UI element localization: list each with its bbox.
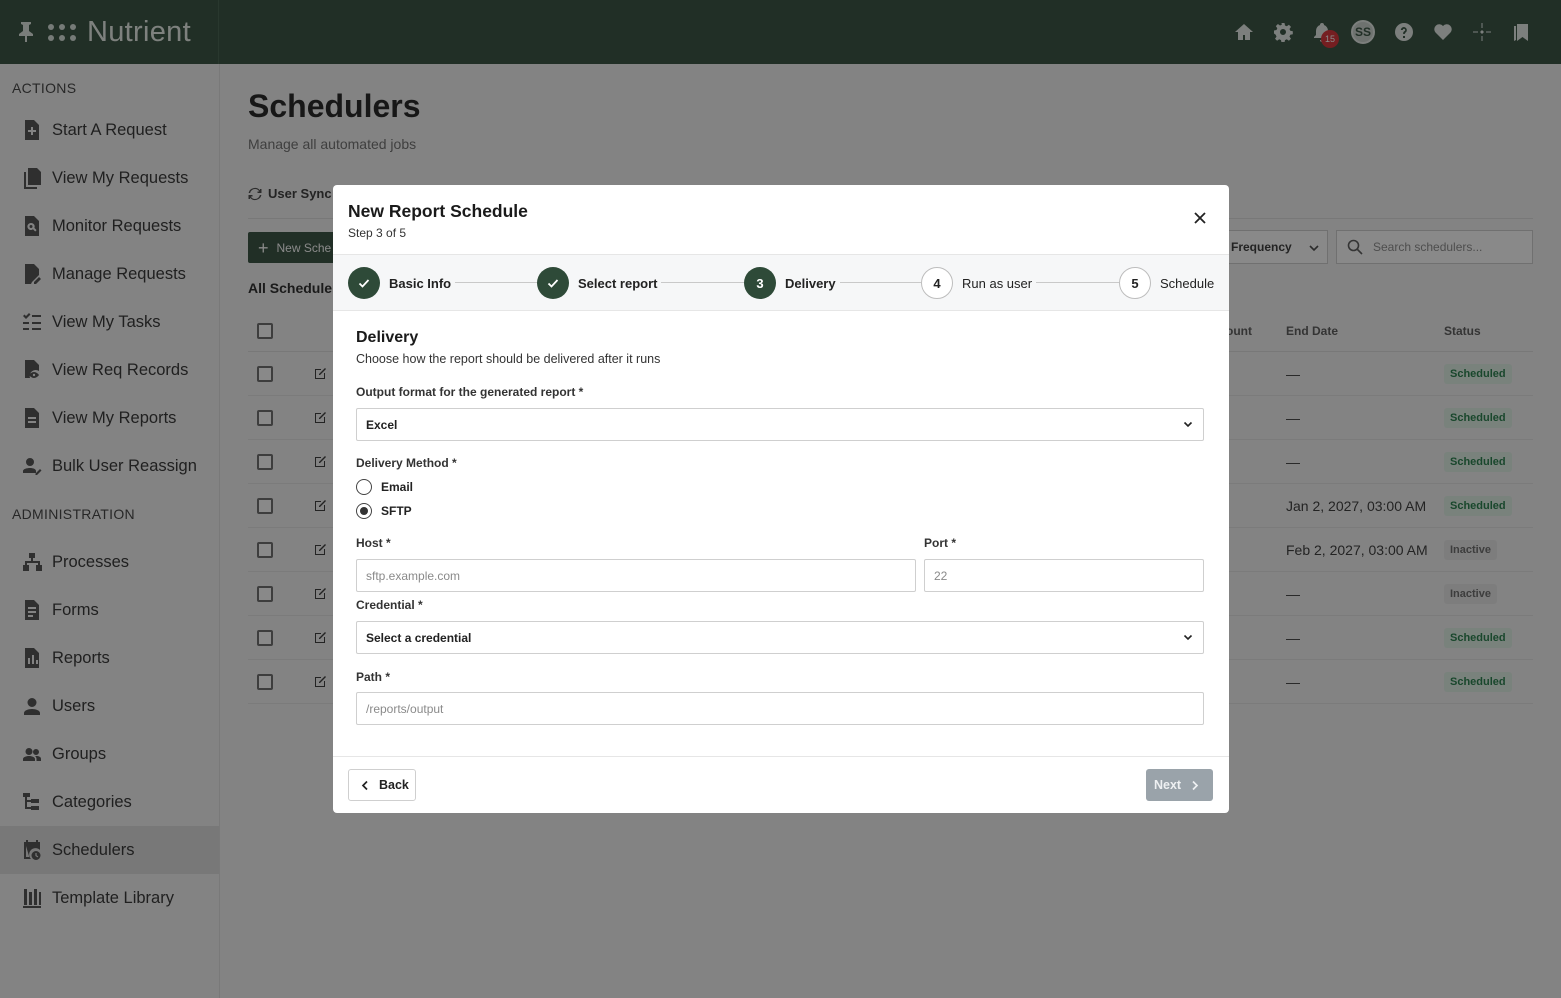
step-label: Run as user [962,275,1033,291]
next-label: Next [1154,778,1182,792]
chevron-down-icon [1183,634,1193,641]
step-basic-info[interactable]: Basic Info [348,267,456,299]
step-run-as-user[interactable]: 4 Run as user [921,267,1037,299]
back-label: Back [379,778,409,792]
credential-label: Credential * [356,598,423,612]
step-label: Delivery [785,275,836,291]
new-report-schedule-dialog: New Report Schedule Step 3 of 5 Basic In… [333,185,1229,813]
check-icon [348,267,380,299]
host-placeholder: sftp.example.com [366,568,461,583]
radio-email[interactable]: Email [356,479,413,495]
host-label: Host * [356,536,391,550]
section-title: Delivery [356,329,419,346]
delivery-method-label: Delivery Method * [356,456,457,470]
credential-select[interactable]: Select a credential [356,621,1204,654]
step-schedule[interactable]: 5 Schedule [1119,267,1219,299]
section-description: Choose how the report should be delivere… [356,352,661,366]
credential-value: Select a credential [366,630,472,645]
step-number: 4 [921,267,953,299]
chevron-down-icon [1183,421,1193,428]
path-input[interactable]: /reports/output [356,692,1204,725]
dialog-footer: Back Next [333,756,1229,813]
chevron-left-icon [361,780,368,790]
output-format-value: Excel [366,417,398,432]
dialog-header: New Report Schedule Step 3 of 5 [333,185,1229,255]
port-placeholder: 22 [934,568,948,583]
back-button[interactable]: Back [348,769,416,801]
step-label: Schedule [1160,275,1215,291]
output-format-label: Output format for the generated report * [356,385,584,399]
next-button[interactable]: Next [1146,769,1213,801]
path-placeholder: /reports/output [366,701,444,716]
chevron-right-icon [1192,780,1199,790]
radio-sftp[interactable]: SFTP [356,503,412,519]
output-format-select[interactable]: Excel [356,408,1204,441]
step-select-report[interactable]: Select report [537,267,662,299]
port-label: Port * [924,536,957,550]
step-number: 3 [744,267,776,299]
radio-button-selected[interactable] [356,503,372,519]
path-label: Path * [356,670,391,684]
check-icon [537,267,569,299]
port-input[interactable]: 22 [924,559,1204,592]
radio-label: Email [381,480,414,494]
step-number: 5 [1119,267,1151,299]
close-icon[interactable] [1193,211,1207,225]
radio-button[interactable] [356,479,372,495]
dialog-title: New Report Schedule [348,201,528,221]
step-label: Basic Info [389,275,452,291]
step-label: Select report [578,275,658,291]
step-delivery[interactable]: 3 Delivery [744,267,840,299]
host-input[interactable]: sftp.example.com [356,559,916,592]
radio-label: SFTP [381,504,412,518]
stepper: Basic Info Select report 3 Delivery 4 Ru… [333,255,1229,311]
dialog-step-indicator: Step 3 of 5 [348,226,407,240]
